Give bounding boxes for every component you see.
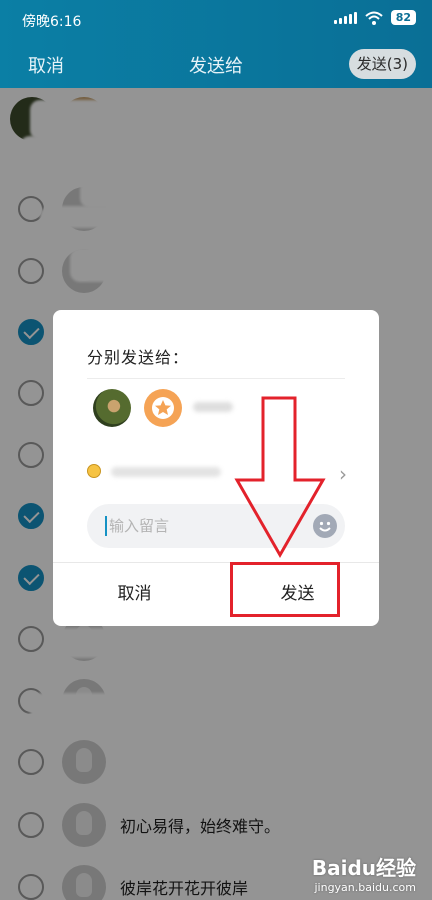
signal-icon	[333, 11, 357, 24]
message-text-redacted	[111, 467, 221, 477]
watermark: Baidu经验 jingyan.baidu.com	[312, 852, 416, 894]
hummingbird-avatar	[93, 389, 131, 427]
comment-input[interactable]	[109, 512, 299, 540]
chevron-right-icon[interactable]: ›	[339, 462, 347, 486]
watermark-brand: Baidu经验	[311, 856, 416, 880]
battery-icon: 82	[390, 10, 416, 25]
highlight-box	[230, 562, 340, 617]
status-time: 傍晚6:16	[22, 14, 82, 30]
status-bar: 傍晚6:16 82	[0, 0, 432, 40]
wifi-icon	[365, 11, 383, 25]
star-icon	[152, 397, 174, 419]
comment-field[interactable]	[87, 504, 345, 548]
dialog-cancel-button[interactable]: 取消	[53, 563, 216, 626]
status-icons: 82	[333, 10, 416, 25]
recipient-name-redacted	[193, 402, 233, 412]
watermark-url: jingyan.baidu.com	[314, 881, 416, 894]
grin-emoji-icon	[87, 464, 101, 478]
divider	[87, 378, 345, 379]
header-bar: 取消 发送给 发送(3)	[0, 40, 432, 88]
text-caret	[105, 516, 107, 536]
message-preview[interactable]	[87, 458, 347, 484]
emoji-smile-icon[interactable]	[313, 514, 337, 538]
header-send-button[interactable]: 发送(3)	[348, 49, 416, 79]
star-avatar	[144, 389, 182, 427]
dialog-title: 分别发送给：	[87, 348, 190, 367]
